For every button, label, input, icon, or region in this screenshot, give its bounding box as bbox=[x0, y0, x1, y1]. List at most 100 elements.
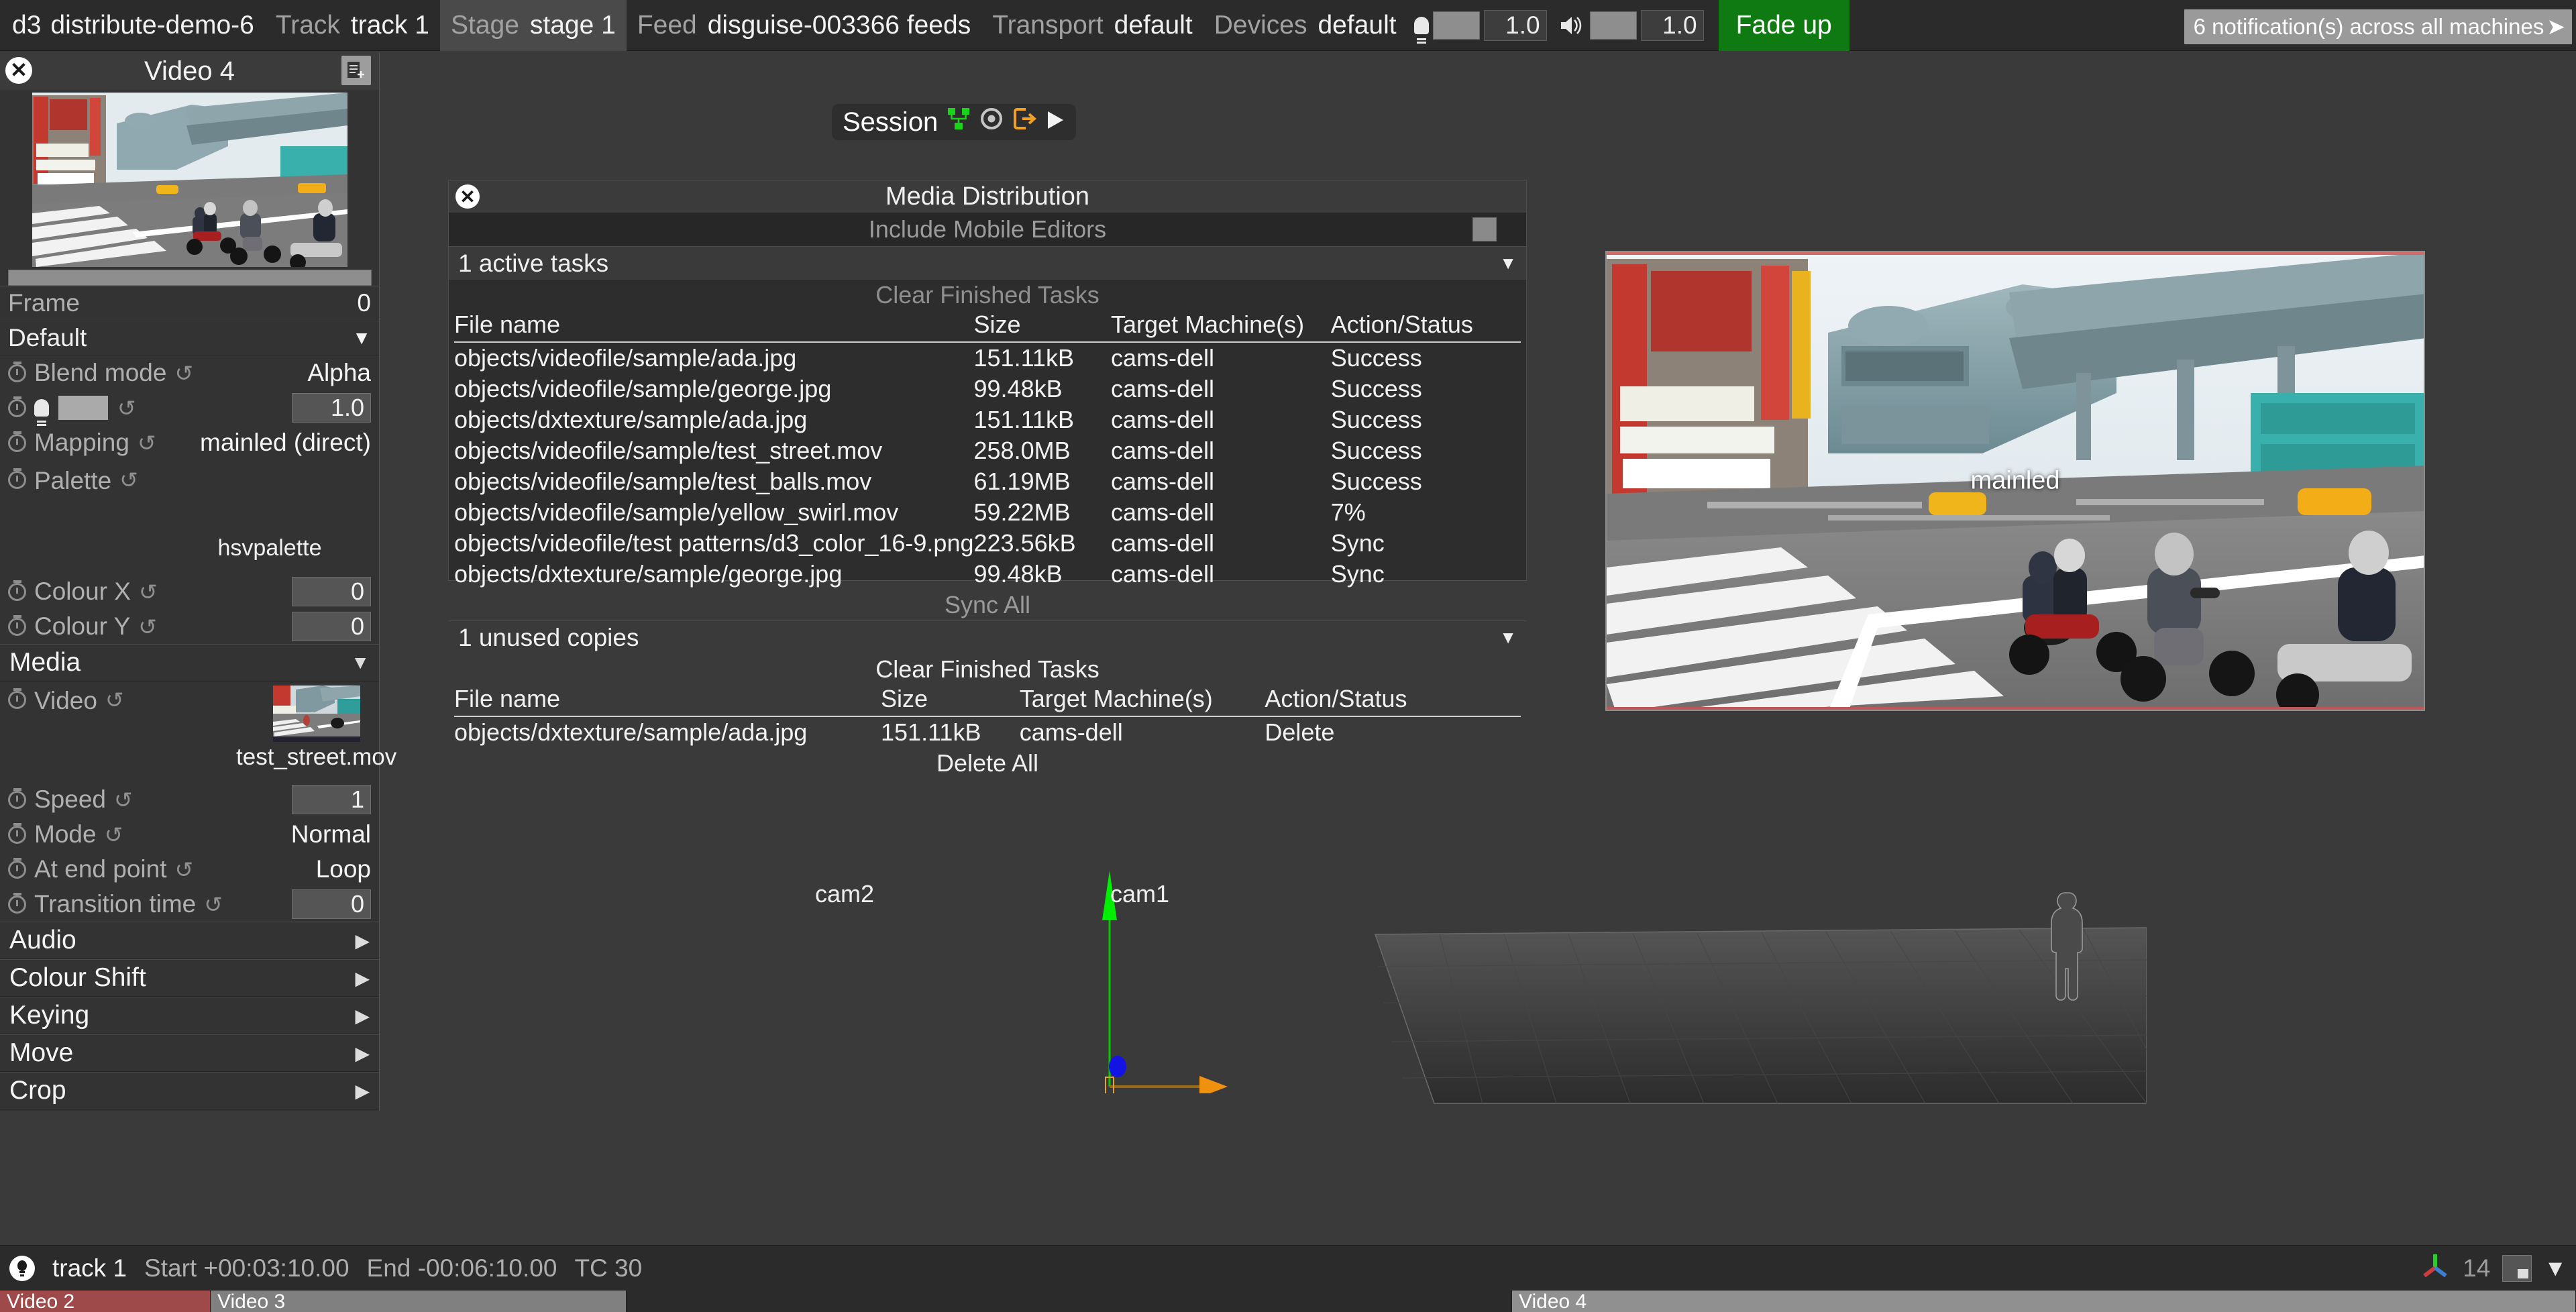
keyframe-clock-icon[interactable] bbox=[8, 580, 26, 601]
reset-icon[interactable]: ↺ bbox=[105, 822, 123, 848]
video-media-thumbnail[interactable] bbox=[272, 686, 360, 742]
reset-icon[interactable]: ↺ bbox=[119, 467, 138, 493]
brightness-control[interactable]: 1.0 bbox=[1407, 0, 1547, 51]
at-end-point-value[interactable]: Loop bbox=[316, 855, 371, 883]
speed-row[interactable]: Speed ↺ 1 bbox=[0, 782, 379, 817]
mapping-value[interactable]: mainled (direct) bbox=[200, 429, 371, 457]
media-distribution-dialog[interactable]: ✕ Media Distribution Include Mobile Edit… bbox=[448, 180, 1527, 777]
section-keying[interactable]: Keying ▶ bbox=[0, 997, 379, 1034]
reset-icon[interactable]: ↺ bbox=[138, 430, 156, 456]
mode-value[interactable]: Normal bbox=[291, 820, 371, 849]
chevron-right-icon[interactable]: ▶ bbox=[355, 967, 370, 989]
chevron-down-icon[interactable]: ▼ bbox=[351, 652, 370, 673]
mode-row[interactable]: Mode ↺ Normal bbox=[0, 817, 379, 852]
colour-y-value[interactable]: 0 bbox=[292, 612, 371, 641]
keyframe-clock-icon[interactable] bbox=[8, 857, 26, 879]
chevron-right-icon[interactable]: ▶ bbox=[355, 1005, 370, 1027]
table-row[interactable]: objects/dxtexture/sample/ada.jpg 151.11kB… bbox=[454, 404, 1521, 435]
reset-icon[interactable]: ↺ bbox=[114, 787, 133, 813]
keyframe-clock-icon[interactable] bbox=[8, 361, 26, 382]
colour-x-row[interactable]: Colour X ↺ 0 bbox=[0, 574, 379, 609]
table-row[interactable]: objects/videofile/sample/george.jpg 99.48… bbox=[454, 374, 1521, 404]
include-mobile-editors-checkbox[interactable] bbox=[1472, 217, 1497, 241]
table-row[interactable]: objects/videofile/sample/test_balls.mov 6… bbox=[454, 466, 1521, 497]
cam2-label[interactable]: cam2 bbox=[815, 880, 874, 908]
timeline-clip[interactable]: Video 3 bbox=[211, 1291, 627, 1312]
play-icon[interactable] bbox=[1045, 107, 1065, 138]
mapping-row[interactable]: Mapping ↺ mainled (direct) bbox=[0, 425, 379, 460]
table-row[interactable]: objects/dxtexture/sample/george.jpg 99.48… bbox=[454, 559, 1521, 590]
status-track-name[interactable]: track 1 bbox=[52, 1254, 127, 1282]
table-row[interactable]: objects/videofile/test patterns/d3_color… bbox=[454, 528, 1521, 559]
chevron-down-icon[interactable]: ▼ bbox=[1499, 627, 1517, 648]
menu-group-stage[interactable]: Stage stage 1 bbox=[439, 0, 627, 51]
brightness-row[interactable]: ↺ 1.0 bbox=[0, 390, 379, 425]
chevron-down-icon[interactable]: ▼ bbox=[352, 327, 371, 349]
speed-value[interactable]: 1 bbox=[292, 785, 371, 814]
reset-icon[interactable]: ↺ bbox=[204, 891, 223, 918]
keyframe-clock-icon[interactable] bbox=[8, 822, 26, 844]
reset-icon[interactable]: ↺ bbox=[105, 687, 124, 713]
timeline-clip[interactable]: Video 2 bbox=[0, 1291, 211, 1312]
section-audio[interactable]: Audio ▶ bbox=[0, 922, 379, 959]
clear-finished-tasks-button-active[interactable]: Clear Finished Tasks bbox=[449, 280, 1526, 311]
reset-icon[interactable]: ↺ bbox=[117, 395, 136, 421]
section-crop[interactable]: Crop ▶ bbox=[0, 1072, 379, 1109]
keyframe-clock-icon[interactable] bbox=[8, 431, 26, 452]
volume-slider[interactable] bbox=[1589, 11, 1637, 40]
cam1-label[interactable]: cam1 bbox=[1110, 880, 1169, 908]
grid-icon[interactable] bbox=[2502, 1255, 2532, 1282]
keyframe-clock-icon[interactable] bbox=[8, 396, 26, 417]
sync-all-button[interactable]: Sync All bbox=[449, 590, 1526, 620]
blend-mode-value[interactable]: Alpha bbox=[307, 359, 371, 387]
menu-group-transport[interactable]: Transport default bbox=[981, 0, 1203, 51]
table-row[interactable]: objects/videofile/sample/yellow_swirl.mo… bbox=[454, 497, 1521, 528]
frame-row[interactable]: Frame 0 bbox=[0, 286, 379, 321]
palette-swatch[interactable] bbox=[233, 460, 306, 533]
active-tasks-header[interactable]: 1 active tasks ▼ bbox=[449, 246, 1526, 280]
at-end-point-row[interactable]: At end point ↺ Loop bbox=[0, 852, 379, 887]
palette-row[interactable]: Palette ↺ hsvpalette bbox=[0, 460, 379, 574]
notification-banner[interactable]: 6 notification(s) across all machines ➤ bbox=[2184, 9, 2572, 44]
export-icon[interactable] bbox=[1012, 107, 1037, 138]
transition-time-value[interactable]: 0 bbox=[292, 889, 371, 919]
brightness-slider[interactable] bbox=[58, 396, 108, 420]
colour-x-value[interactable]: 0 bbox=[292, 577, 371, 606]
keyframe-clock-icon[interactable] bbox=[8, 892, 26, 914]
close-icon[interactable]: ✕ bbox=[455, 184, 480, 209]
bulb-icon[interactable] bbox=[9, 1256, 35, 1281]
delete-all-button[interactable]: Delete All bbox=[449, 748, 1526, 779]
axis-gizmo-icon[interactable] bbox=[2420, 1250, 2451, 1287]
menu-group-devices[interactable]: Devices default bbox=[1203, 0, 1407, 51]
keyframe-clock-icon[interactable] bbox=[8, 614, 26, 636]
table-row[interactable]: objects/videofile/sample/test_street.mov… bbox=[454, 435, 1521, 466]
chevron-right-icon[interactable]: ▶ bbox=[355, 930, 370, 952]
chevron-down-icon[interactable]: ▼ bbox=[1499, 253, 1517, 274]
volume-control[interactable]: 1.0 bbox=[1559, 0, 1704, 51]
menu-group-feed[interactable]: Feed disguise-003366 feeds bbox=[627, 0, 981, 51]
colour-y-row[interactable]: Colour Y ↺ 0 bbox=[0, 609, 379, 644]
chevron-right-icon[interactable]: ▶ bbox=[355, 1042, 370, 1064]
reset-icon[interactable]: ↺ bbox=[174, 857, 193, 883]
include-mobile-editors-row[interactable]: Include Mobile Editors bbox=[449, 213, 1526, 246]
reset-icon[interactable]: ↺ bbox=[139, 579, 158, 605]
brightness-value[interactable]: 1.0 bbox=[1483, 10, 1547, 41]
video-media-thumb-wrap[interactable]: test_street.mov bbox=[236, 686, 396, 771]
video-layer-property-panel[interactable]: ✕ Video 4 Frame 0 Default ▼ Blend mode ↺… bbox=[0, 52, 396, 1111]
status-timecode[interactable]: TC 30 bbox=[574, 1254, 642, 1282]
keyframe-clock-icon[interactable] bbox=[8, 688, 26, 709]
table-row[interactable]: objects/dxtexture/sample/ada.jpg 151.11kB… bbox=[454, 716, 1521, 748]
thumbnail-scrollbar[interactable] bbox=[7, 270, 372, 286]
notes-add-icon[interactable] bbox=[341, 56, 371, 85]
brightness-slider[interactable] bbox=[1432, 11, 1480, 40]
close-icon[interactable]: ✕ bbox=[5, 57, 32, 84]
menu-group-track[interactable]: Track track 1 bbox=[265, 0, 440, 51]
section-colour-shift[interactable]: Colour Shift ▶ bbox=[0, 959, 379, 997]
network-icon[interactable] bbox=[947, 107, 971, 138]
app-name-group[interactable]: d3 distribute-demo-6 bbox=[0, 0, 265, 51]
reset-icon[interactable]: ↺ bbox=[174, 360, 193, 386]
volume-value[interactable]: 1.0 bbox=[1640, 10, 1704, 41]
chevron-right-icon[interactable]: ▶ bbox=[355, 1080, 370, 1102]
layer-thumbnail[interactable] bbox=[32, 93, 347, 267]
mainled-preview[interactable]: mainled bbox=[1605, 251, 2425, 711]
